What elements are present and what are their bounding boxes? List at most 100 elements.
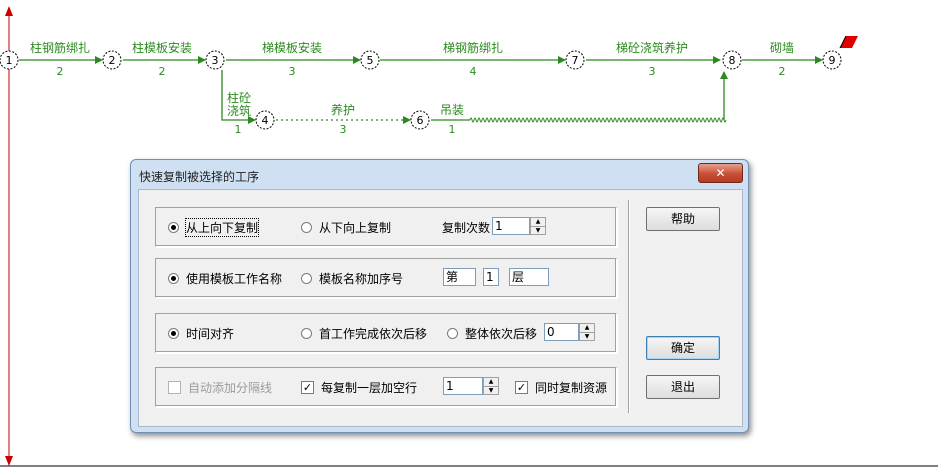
node-9[interactable]: 9 xyxy=(822,50,842,70)
activity-name: 柱模板安装 xyxy=(132,40,192,55)
activity-duration: 1 xyxy=(235,123,242,136)
shift-input[interactable]: 0 xyxy=(544,323,579,341)
node-label: 8 xyxy=(729,54,736,67)
timeline-arrow-bottom xyxy=(5,456,13,466)
exit-button[interactable]: 退出 xyxy=(646,375,720,399)
group-naming: 使用模板工作名称 模板名称加序号 第 1 层 xyxy=(155,258,617,298)
radio-dot-icon xyxy=(168,221,179,233)
checkbox-empty-icon xyxy=(168,380,181,394)
activity-name: 砌墙 xyxy=(770,41,794,55)
shift-spinner[interactable]: ▲ ▼ xyxy=(579,323,595,341)
node-3[interactable]: 3 xyxy=(205,50,225,70)
blank-row-spinner[interactable]: ▲ ▼ xyxy=(483,377,499,395)
close-button[interactable]: ✕ xyxy=(698,163,743,183)
radio-label: 整体依次后移 xyxy=(465,326,538,341)
radio-top-down[interactable]: 从上向下复制 xyxy=(168,217,260,237)
timeline-arrow-top xyxy=(5,6,13,16)
radio-bottom-up[interactable]: 从下向上复制 xyxy=(301,219,391,235)
spin-up-icon[interactable]: ▲ xyxy=(580,324,594,333)
node-7[interactable]: 7 xyxy=(565,50,585,70)
node-5[interactable]: 5 xyxy=(360,50,380,70)
activity-name: 梯钢筋绑扎 xyxy=(443,40,503,55)
group-copy-direction: 从上向下复制 从下向上复制 复制次数 1 ▲ ▼ xyxy=(155,207,617,247)
radio-label: 使用模板工作名称 xyxy=(186,271,283,286)
node-label: 2 xyxy=(109,54,116,67)
node-label: 6 xyxy=(417,114,424,127)
activity-duration: 2 xyxy=(159,65,166,78)
node-1[interactable]: 1 xyxy=(0,50,19,70)
radio-template-name[interactable]: 使用模板工作名称 xyxy=(168,270,282,286)
activity-name: 柱砼 xyxy=(227,90,251,105)
vertical-separator xyxy=(628,200,630,413)
prefix-input[interactable]: 第 xyxy=(443,268,476,286)
activity-name: 养护 xyxy=(331,102,355,117)
radio-dot-icon xyxy=(301,272,312,284)
node-label: 7 xyxy=(572,54,579,67)
activity-duration: 2 xyxy=(57,65,64,78)
radio-dot-icon xyxy=(447,327,458,339)
activity-name: 吊装 xyxy=(440,103,464,117)
copy-count-input[interactable]: 1 xyxy=(492,217,530,235)
node-label: 1 xyxy=(6,54,13,67)
checkmark-icon: ✓ xyxy=(515,380,528,394)
activity-name: 梯模板安装 xyxy=(262,40,322,55)
group-alignment: 时间对齐 首工作完成依次后移 整体依次后移 0 ▲ ▼ xyxy=(155,313,617,353)
dialog-body: 从上向下复制 从下向上复制 复制次数 1 ▲ ▼ 使用模板工作名称 模板名称加序… xyxy=(138,189,743,427)
radio-label: 从下向上复制 xyxy=(319,220,392,235)
activity-name-line2: 浇筑 xyxy=(227,103,251,118)
dialog-titlebar[interactable]: 快速复制被选择的工序 ✕ xyxy=(131,160,748,190)
activity-duration: 3 xyxy=(289,65,296,78)
node-2[interactable]: 2 xyxy=(102,50,122,70)
radio-dot-icon xyxy=(301,221,312,233)
dialog-title: 快速复制被选择的工序 xyxy=(139,170,260,184)
activity-duration: 4 xyxy=(470,65,477,78)
close-icon: ✕ xyxy=(715,166,726,180)
radio-label: 模板名称加序号 xyxy=(319,271,404,286)
suffix-input[interactable]: 层 xyxy=(509,268,549,286)
copy-resources-checkbox[interactable]: ✓ 同时复制资源 xyxy=(515,379,607,395)
spin-down-icon[interactable]: ▼ xyxy=(580,333,594,341)
copy-dialog: 快速复制被选择的工序 ✕ 从上向下复制 从下向上复制 复制次数 1 ▲ ▼ 使用… xyxy=(130,159,749,433)
node-label: 5 xyxy=(367,54,374,67)
radio-dot-icon xyxy=(168,272,179,284)
radio-first-work-shift[interactable]: 首工作完成依次后移 xyxy=(301,325,427,341)
node-label: 9 xyxy=(829,54,836,67)
activity-name: 梯砼浇筑养护 xyxy=(616,40,688,55)
radio-whole-shift[interactable]: 整体依次后移 xyxy=(447,325,537,341)
radio-dot-icon xyxy=(301,327,312,339)
radio-name-with-seq[interactable]: 模板名称加序号 xyxy=(301,270,403,286)
floor-number-input[interactable]: 1 xyxy=(483,268,499,286)
activity-duration: 1 xyxy=(449,123,456,136)
activity-duration: 3 xyxy=(340,123,347,136)
radio-time-align[interactable]: 时间对齐 xyxy=(168,325,234,341)
node-6[interactable]: 6 xyxy=(410,110,430,130)
activity-duration: 3 xyxy=(649,65,656,78)
checkbox-label: 同时复制资源 xyxy=(535,380,608,395)
checkmark-icon: ✓ xyxy=(301,380,314,394)
copy-count-label: 复制次数 xyxy=(442,221,491,235)
help-button[interactable]: 帮助 xyxy=(646,207,720,231)
spin-up-icon[interactable]: ▲ xyxy=(484,378,498,387)
activity-name: 柱钢筋绑扎 xyxy=(30,40,90,55)
node-label: 3 xyxy=(212,54,219,67)
checkbox-label: 每复制一层加空行 xyxy=(321,380,418,395)
node-4[interactable]: 4 xyxy=(255,110,275,130)
blank-row-input[interactable]: 1 xyxy=(443,377,483,395)
spin-down-icon[interactable]: ▼ xyxy=(531,227,545,235)
ok-button[interactable]: 确定 xyxy=(646,336,720,360)
auto-separator-checkbox[interactable]: 自动添加分隔线 xyxy=(168,379,272,395)
node-label: 4 xyxy=(262,114,269,127)
radio-label: 从上向下复制 xyxy=(184,217,260,237)
activity-duration: 2 xyxy=(779,65,786,78)
node-8[interactable]: 8 xyxy=(722,50,742,70)
radio-dot-icon xyxy=(168,327,179,339)
checkbox-label: 自动添加分隔线 xyxy=(188,380,273,395)
spin-down-icon[interactable]: ▼ xyxy=(484,387,498,395)
blank-row-checkbox[interactable]: ✓ 每复制一层加空行 xyxy=(301,379,417,395)
group-extras: 自动添加分隔线 ✓ 每复制一层加空行 1 ▲ ▼ ✓ 同时复制资源 xyxy=(155,367,617,407)
radio-label: 时间对齐 xyxy=(186,326,235,341)
spin-up-icon[interactable]: ▲ xyxy=(531,218,545,227)
copy-count-spinner[interactable]: ▲ ▼ xyxy=(530,217,546,235)
free-float-wave xyxy=(469,117,727,123)
radio-label: 首工作完成依次后移 xyxy=(319,326,428,341)
